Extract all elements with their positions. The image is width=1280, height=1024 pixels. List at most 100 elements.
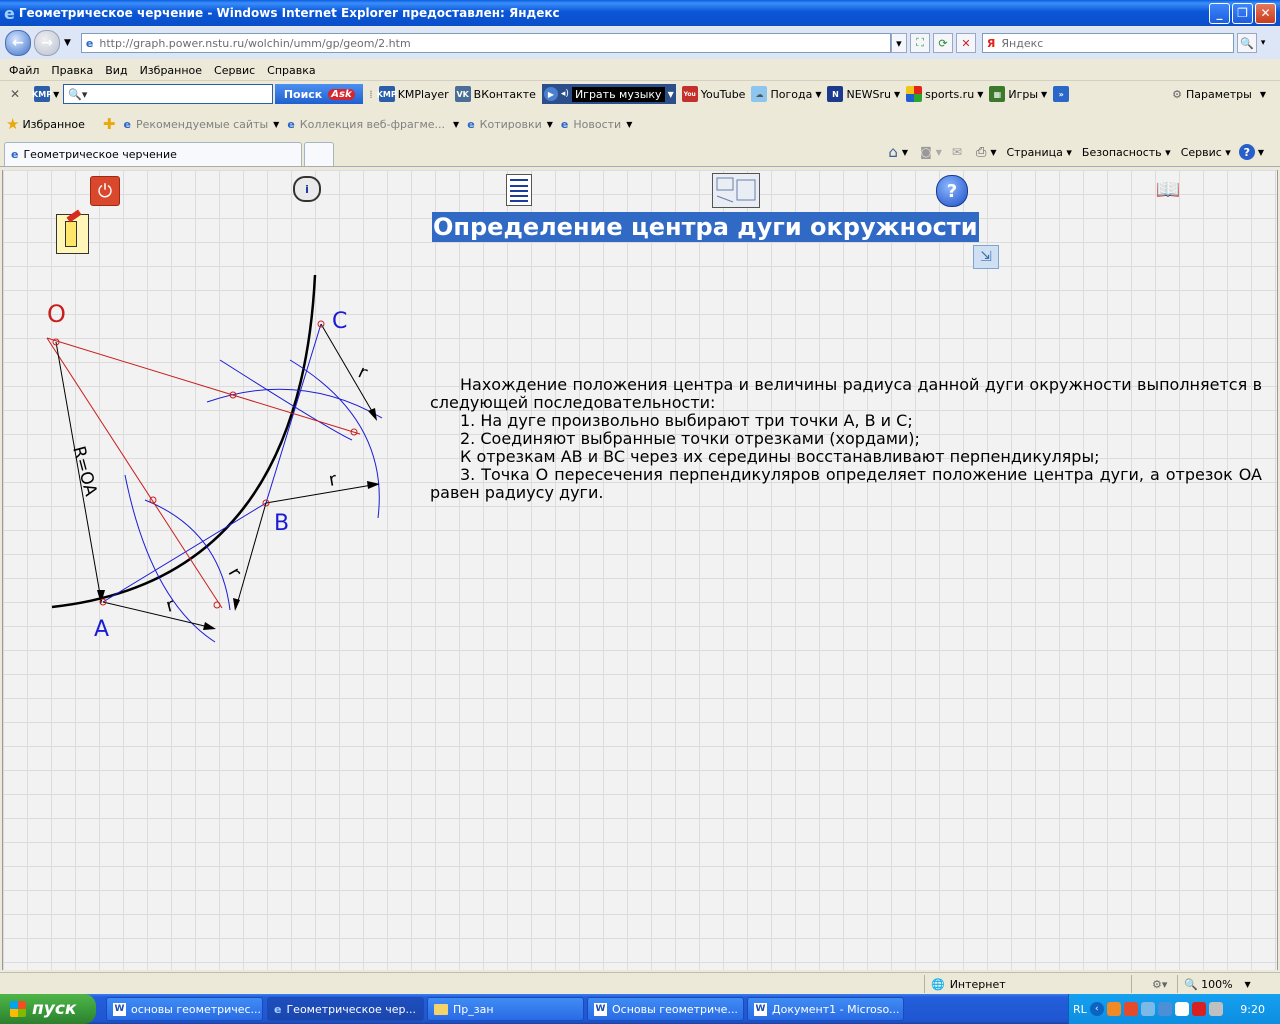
menu-tools[interactable]: Сервис: [214, 64, 255, 77]
rss-dropdown-icon[interactable]: ▼: [936, 148, 942, 157]
fav-dropdown-icon[interactable]: ▼: [626, 120, 632, 129]
address-dropdown-icon[interactable]: ▾: [890, 33, 907, 53]
toolbar-search-button[interactable]: Поиск Ask: [275, 84, 364, 104]
tray-volume-icon[interactable]: [1157, 1002, 1172, 1016]
print-icon[interactable]: ⎙: [976, 145, 986, 160]
new-tab-button[interactable]: [304, 142, 334, 166]
music-player[interactable]: ▶ ◂) Играть музыку ▼: [541, 84, 676, 104]
params-dropdown-icon[interactable]: ▼: [1260, 90, 1266, 99]
minimize-button[interactable]: _: [1209, 2, 1230, 24]
tab-current[interactable]: e Геометрическое черчение: [4, 142, 302, 166]
newsru-dropdown-icon[interactable]: ▼: [894, 90, 900, 99]
menu-file[interactable]: Файл: [9, 64, 39, 77]
tray-browser-icon[interactable]: [1106, 1002, 1121, 1016]
document-icon[interactable]: [506, 174, 532, 206]
construction-arc-e: [289, 359, 380, 519]
close-toolbar-icon[interactable]: ✕: [10, 87, 20, 101]
games-icon: ▦: [989, 86, 1006, 102]
start-button[interactable]: пуск: [0, 994, 96, 1024]
toolbar-item-sports[interactable]: sports.ru ▼: [906, 86, 983, 102]
refresh-icon[interactable]: ⟳: [932, 33, 953, 53]
rss-icon[interactable]: ◙: [920, 145, 932, 159]
fav-link-news[interactable]: e Новости ▼: [561, 118, 632, 131]
toolbar-item-weather[interactable]: ☁ Погода ▼: [751, 86, 821, 102]
stop-icon[interactable]: ✕: [955, 33, 976, 53]
task-word-doc-2[interactable]: W Основы геометриче...: [587, 997, 744, 1021]
toolbar-item-vk[interactable]: VK ВКонтакте: [454, 86, 536, 102]
chevron-more-icon[interactable]: »: [1053, 86, 1070, 102]
tray-network-icon[interactable]: [1140, 1002, 1155, 1016]
weather-dropdown-icon[interactable]: ▼: [815, 90, 821, 99]
music-dropdown-icon[interactable]: ▼: [668, 90, 674, 99]
book-icon[interactable]: 📖: [1156, 177, 1181, 201]
ie-page-icon: e: [467, 117, 475, 131]
print-dropdown-icon[interactable]: ▼: [990, 148, 996, 157]
fav-dropdown-icon[interactable]: ▼: [547, 120, 553, 129]
help-icon[interactable]: ?: [1238, 144, 1255, 160]
fav-link-recommended[interactable]: e Рекомендуемые сайты ▼: [124, 118, 280, 131]
task-folder[interactable]: Пр_зан: [427, 997, 584, 1021]
compat-view-icon[interactable]: ⛶: [909, 33, 930, 53]
task-word-doc-1[interactable]: W основы геометричес...: [106, 997, 263, 1021]
word-icon: W: [594, 1002, 607, 1016]
maximize-button[interactable]: ❐: [1232, 2, 1253, 24]
tray-arrow-icon[interactable]: ‹: [1089, 1002, 1104, 1016]
menu-view[interactable]: Вид: [105, 64, 127, 77]
drawing-thumbnail-icon[interactable]: [712, 173, 760, 208]
cmd-tools[interactable]: Сервис ▾: [1181, 146, 1231, 159]
address-input[interactable]: e http://graph.power.nstu.ru/wolchin/umm…: [80, 33, 891, 53]
expand-icon[interactable]: ⇲: [973, 245, 999, 269]
toolbar-item-newsru[interactable]: N NEWSru ▼: [827, 86, 900, 102]
home-icon[interactable]: ⌂: [888, 143, 898, 161]
close-button[interactable]: ✕: [1255, 2, 1276, 24]
toolbar-params[interactable]: ⚙ Параметры ▼: [1172, 88, 1266, 101]
toolbar-item-kmplayer[interactable]: KMP KMPlayer: [377, 86, 449, 102]
tray-security-icon[interactable]: [1208, 1002, 1223, 1016]
kmp-dropdown-icon[interactable]: ▼: [53, 90, 59, 99]
tray-tl-icon[interactable]: [1174, 1002, 1189, 1016]
toolbar-item-youtube[interactable]: You YouTube: [681, 86, 745, 102]
tray-k-icon[interactable]: [1191, 1002, 1206, 1016]
exit-icon[interactable]: ⏻: [90, 176, 120, 206]
fav-link-webslices[interactable]: e Коллекция веб-фрагме... ▼: [287, 118, 459, 131]
language-indicator[interactable]: RL: [1073, 1003, 1087, 1016]
home-dropdown-icon[interactable]: ▼: [902, 148, 908, 157]
history-dropdown-icon[interactable]: ▼: [64, 38, 71, 48]
mail-icon[interactable]: ✉: [952, 145, 962, 159]
back-button[interactable]: ←: [5, 30, 31, 56]
volume-icon[interactable]: ◂): [561, 89, 569, 99]
label-r-a: r: [164, 594, 177, 616]
menu-help[interactable]: Справка: [267, 64, 315, 77]
cmd-page[interactable]: Страница ▾: [1007, 146, 1072, 159]
protected-mode-icon[interactable]: ⚙▾: [1152, 978, 1167, 991]
zoom-dropdown-icon[interactable]: ▼: [1245, 980, 1251, 989]
toolbar-item-games[interactable]: ▦ Игры ▼: [989, 86, 1047, 102]
params-label: Параметры: [1185, 87, 1252, 101]
toolbar-search-input[interactable]: 🔍▾: [63, 84, 274, 104]
search-options-icon[interactable]: ▾: [1261, 38, 1266, 48]
menu-favorites[interactable]: Избранное: [140, 64, 202, 77]
label-r-c: r: [355, 361, 371, 383]
menu-edit[interactable]: Правка: [51, 64, 93, 77]
task-word-doc-3[interactable]: W Документ1 - Microso...: [747, 997, 904, 1021]
games-dropdown-icon[interactable]: ▼: [1041, 90, 1047, 99]
favorites-button[interactable]: ★ Избранное: [6, 115, 85, 133]
kmp-icon[interactable]: KMP: [32, 86, 52, 102]
help-dropdown-icon[interactable]: ▼: [1258, 148, 1264, 157]
fav-link-quotes[interactable]: e Котировки ▼: [467, 118, 553, 131]
question-icon[interactable]: ?: [936, 175, 968, 207]
search-icon[interactable]: 🔍: [1236, 33, 1257, 53]
fav-dropdown-icon[interactable]: ▼: [453, 120, 459, 129]
task-ie[interactable]: e Геометрическое чер...: [267, 997, 424, 1021]
zoom-control[interactable]: 🔍 100% ▼: [1177, 975, 1251, 993]
info-icon[interactable]: i: [292, 175, 322, 203]
forward-button[interactable]: →: [34, 30, 60, 56]
add-favorite-icon[interactable]: ✚: [103, 115, 116, 133]
sports-dropdown-icon[interactable]: ▼: [977, 90, 983, 99]
fav-dropdown-icon[interactable]: ▼: [273, 120, 279, 129]
play-icon[interactable]: ▶: [543, 87, 558, 101]
notepad-icon[interactable]: [56, 209, 89, 254]
cmd-security[interactable]: Безопасность ▾: [1082, 146, 1171, 159]
tray-app-icon[interactable]: [1123, 1002, 1138, 1016]
search-input[interactable]: Я Яндекс: [981, 33, 1234, 53]
